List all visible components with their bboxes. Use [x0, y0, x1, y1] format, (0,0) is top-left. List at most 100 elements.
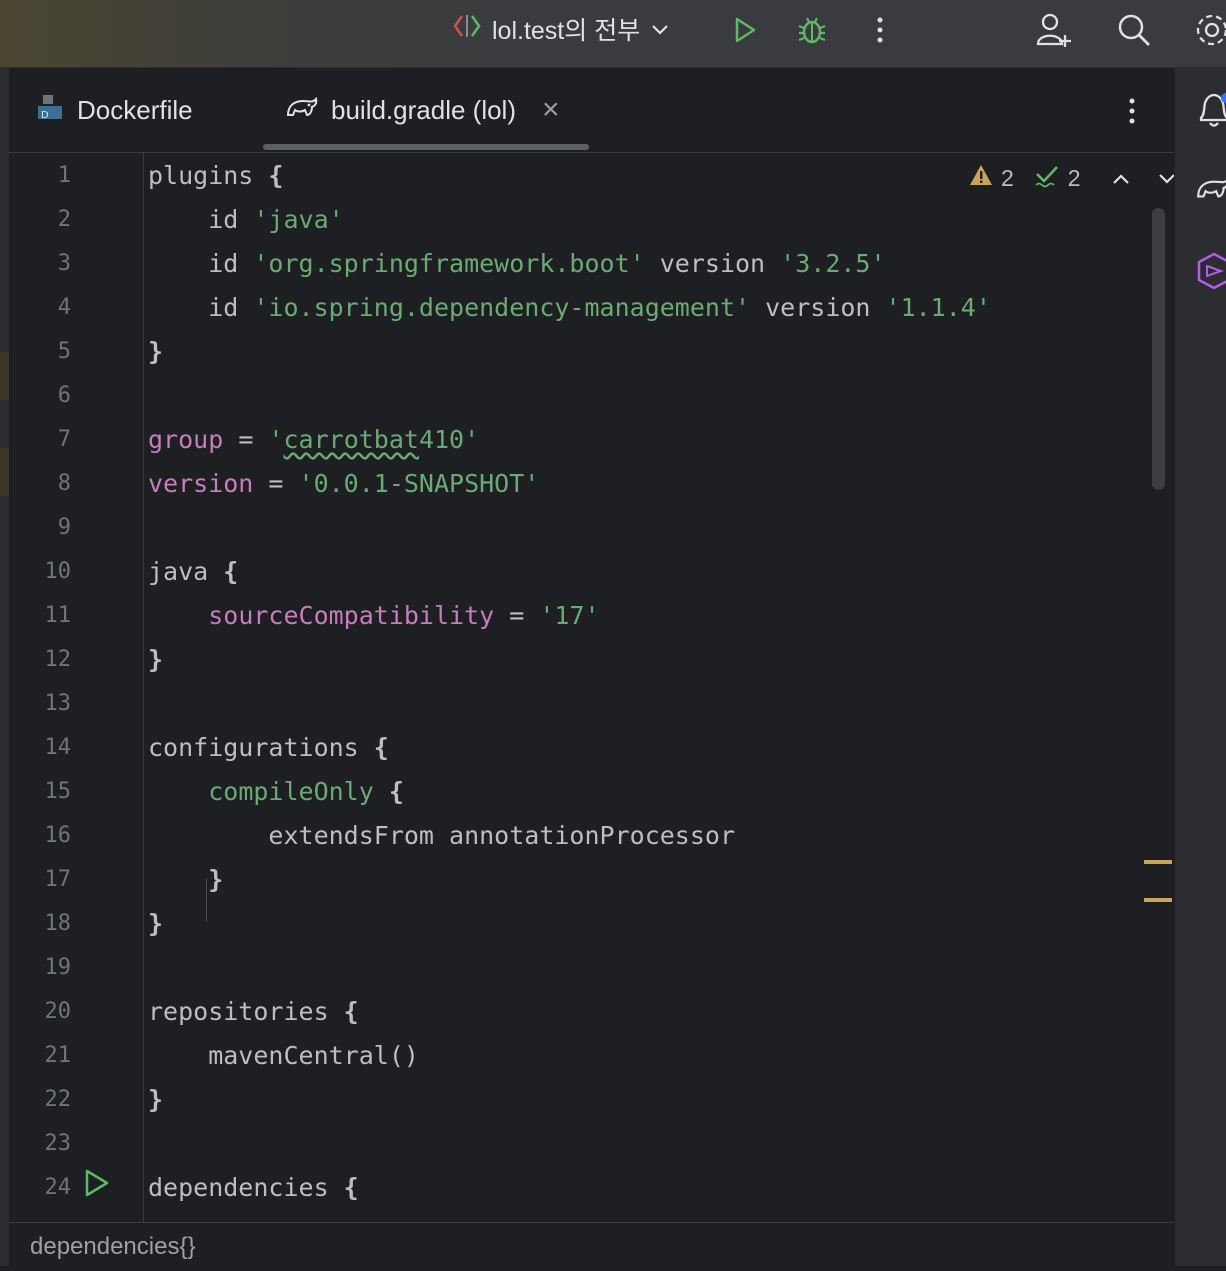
breadcrumb[interactable]: dependencies{}	[9, 1222, 1174, 1266]
code-token: }	[148, 1085, 164, 1114]
search-icon[interactable]	[1114, 10, 1154, 50]
weak-warning-count: 2	[1067, 164, 1081, 191]
line-number: 23	[44, 1131, 72, 1156]
run-config-selector[interactable]: lol.test의 전부	[452, 12, 670, 46]
code-token: carrotbat	[283, 425, 419, 454]
line-number: 10	[44, 559, 72, 584]
code-token: =	[253, 469, 299, 498]
code-line[interactable]: repositories {	[148, 990, 359, 1034]
run-gutter-icon[interactable]	[83, 1168, 111, 1203]
code-token: group	[148, 425, 224, 454]
code-line[interactable]: compileOnly {	[148, 770, 404, 814]
line-number: 3	[57, 251, 71, 276]
ai-assistant-icon[interactable]	[1197, 252, 1226, 295]
code-token: 'io.spring.dependency-management'	[253, 293, 751, 322]
code-line[interactable]: id 'org.springframework.boot' version '3…	[148, 242, 886, 286]
tab-label: build.gradle (lol)	[331, 94, 516, 125]
code-token: mavenCentral()	[148, 1041, 419, 1070]
code-token: {	[268, 161, 284, 190]
notifications-bell-icon[interactable]	[1197, 90, 1226, 135]
code-token: version	[644, 249, 781, 278]
vertical-scrollbar[interactable]	[1152, 208, 1165, 490]
code-token: {	[373, 733, 389, 762]
line-number: 8	[57, 471, 71, 496]
code-line[interactable]: }	[148, 638, 163, 682]
line-number: 12	[44, 647, 72, 672]
code-line[interactable]: }	[148, 902, 163, 946]
active-tab-indicator	[263, 144, 589, 150]
line-number: 18	[44, 911, 72, 936]
code-line[interactable]: java {	[148, 550, 238, 594]
code-token: {	[343, 997, 359, 1026]
line-number: 15	[44, 779, 72, 804]
code-token: id	[148, 249, 254, 278]
code-line[interactable]: }	[148, 330, 163, 374]
more-options-icon[interactable]	[860, 10, 900, 50]
tab-dockerfile[interactable]: D Dockerfile	[35, 86, 193, 134]
line-number: 5	[57, 339, 71, 364]
code-token: }	[148, 645, 164, 674]
warning-stripe-marker[interactable]	[1144, 860, 1172, 864]
gutter-change-marker	[0, 448, 9, 496]
code-token: extendsFrom annotationProcessor	[148, 821, 735, 850]
code-token: }	[148, 337, 164, 366]
warning-icon	[969, 164, 993, 192]
line-number: 14	[44, 735, 72, 760]
code-line[interactable]: plugins {	[148, 154, 283, 198]
code-token: '	[268, 425, 284, 454]
close-tab-icon[interactable]: ×	[542, 93, 560, 127]
code-token: version	[750, 293, 886, 322]
code-line[interactable]: id 'java'	[148, 198, 344, 242]
code-token: }	[208, 865, 224, 894]
code-token: java	[148, 557, 224, 586]
code-line[interactable]: }	[148, 1078, 163, 1122]
code-token: plugins	[148, 161, 269, 190]
code-token: =	[494, 601, 540, 630]
code-line[interactable]: extendsFrom annotationProcessor	[148, 814, 735, 858]
code-line[interactable]: }	[148, 858, 223, 902]
gradle-tool-window-icon[interactable]	[1195, 172, 1226, 209]
code-token: '0.0.1-SNAPSHOT'	[298, 469, 540, 498]
line-number: 6	[57, 383, 71, 408]
run-icon[interactable]	[724, 10, 764, 50]
gutter-change-marker	[0, 352, 9, 400]
code-token: id	[148, 293, 254, 322]
code-line[interactable]: mavenCentral()	[148, 1034, 419, 1078]
code-token: '3.2.5'	[780, 249, 886, 278]
line-number: 2	[57, 207, 71, 232]
code-token: '17'	[539, 601, 600, 630]
line-number: 20	[44, 999, 72, 1024]
line-number: 11	[44, 603, 72, 628]
code-line[interactable]: group = 'carrotbat410'	[148, 418, 479, 462]
code-token: version	[148, 469, 254, 498]
tab-build-gradle[interactable]: build.gradle (lol) ×	[285, 86, 560, 134]
code-token: {	[223, 557, 239, 586]
settings-gear-icon[interactable]	[1192, 10, 1226, 50]
warning-stripe-marker[interactable]	[1144, 898, 1172, 902]
tab-label: Dockerfile	[77, 94, 193, 125]
add-user-icon[interactable]	[1034, 10, 1074, 50]
weak-warning-check-icon	[1034, 162, 1060, 194]
code-token: 410'	[418, 425, 480, 454]
code-line[interactable]: sourceCompatibility = '17'	[148, 594, 600, 638]
code-token: id	[148, 205, 254, 234]
code-token: dependencies	[148, 1173, 344, 1202]
code-line[interactable]: id 'io.spring.dependency-management' ver…	[148, 286, 991, 330]
code-token: 'java'	[253, 205, 344, 234]
tab-more-options-icon[interactable]	[1127, 96, 1137, 131]
code-line[interactable]: dependencies {	[148, 1166, 359, 1210]
line-number: 4	[57, 295, 71, 320]
code-token: }	[148, 909, 164, 938]
code-line[interactable]: configurations {	[148, 726, 389, 770]
code-token: sourceCompatibility	[208, 601, 495, 630]
debug-icon[interactable]	[792, 10, 832, 50]
inspection-widget[interactable]: 2 2	[969, 160, 1177, 196]
editor-pane: D Dockerfile build.gradle (lol) × 12 3 4 5 6…	[9, 68, 1177, 1266]
chevron-up-icon[interactable]	[1111, 165, 1131, 192]
code-line[interactable]: version = '0.0.1-SNAPSHOT'	[148, 462, 539, 506]
code-token: repositories	[148, 997, 344, 1026]
line-number: 7	[57, 427, 71, 452]
